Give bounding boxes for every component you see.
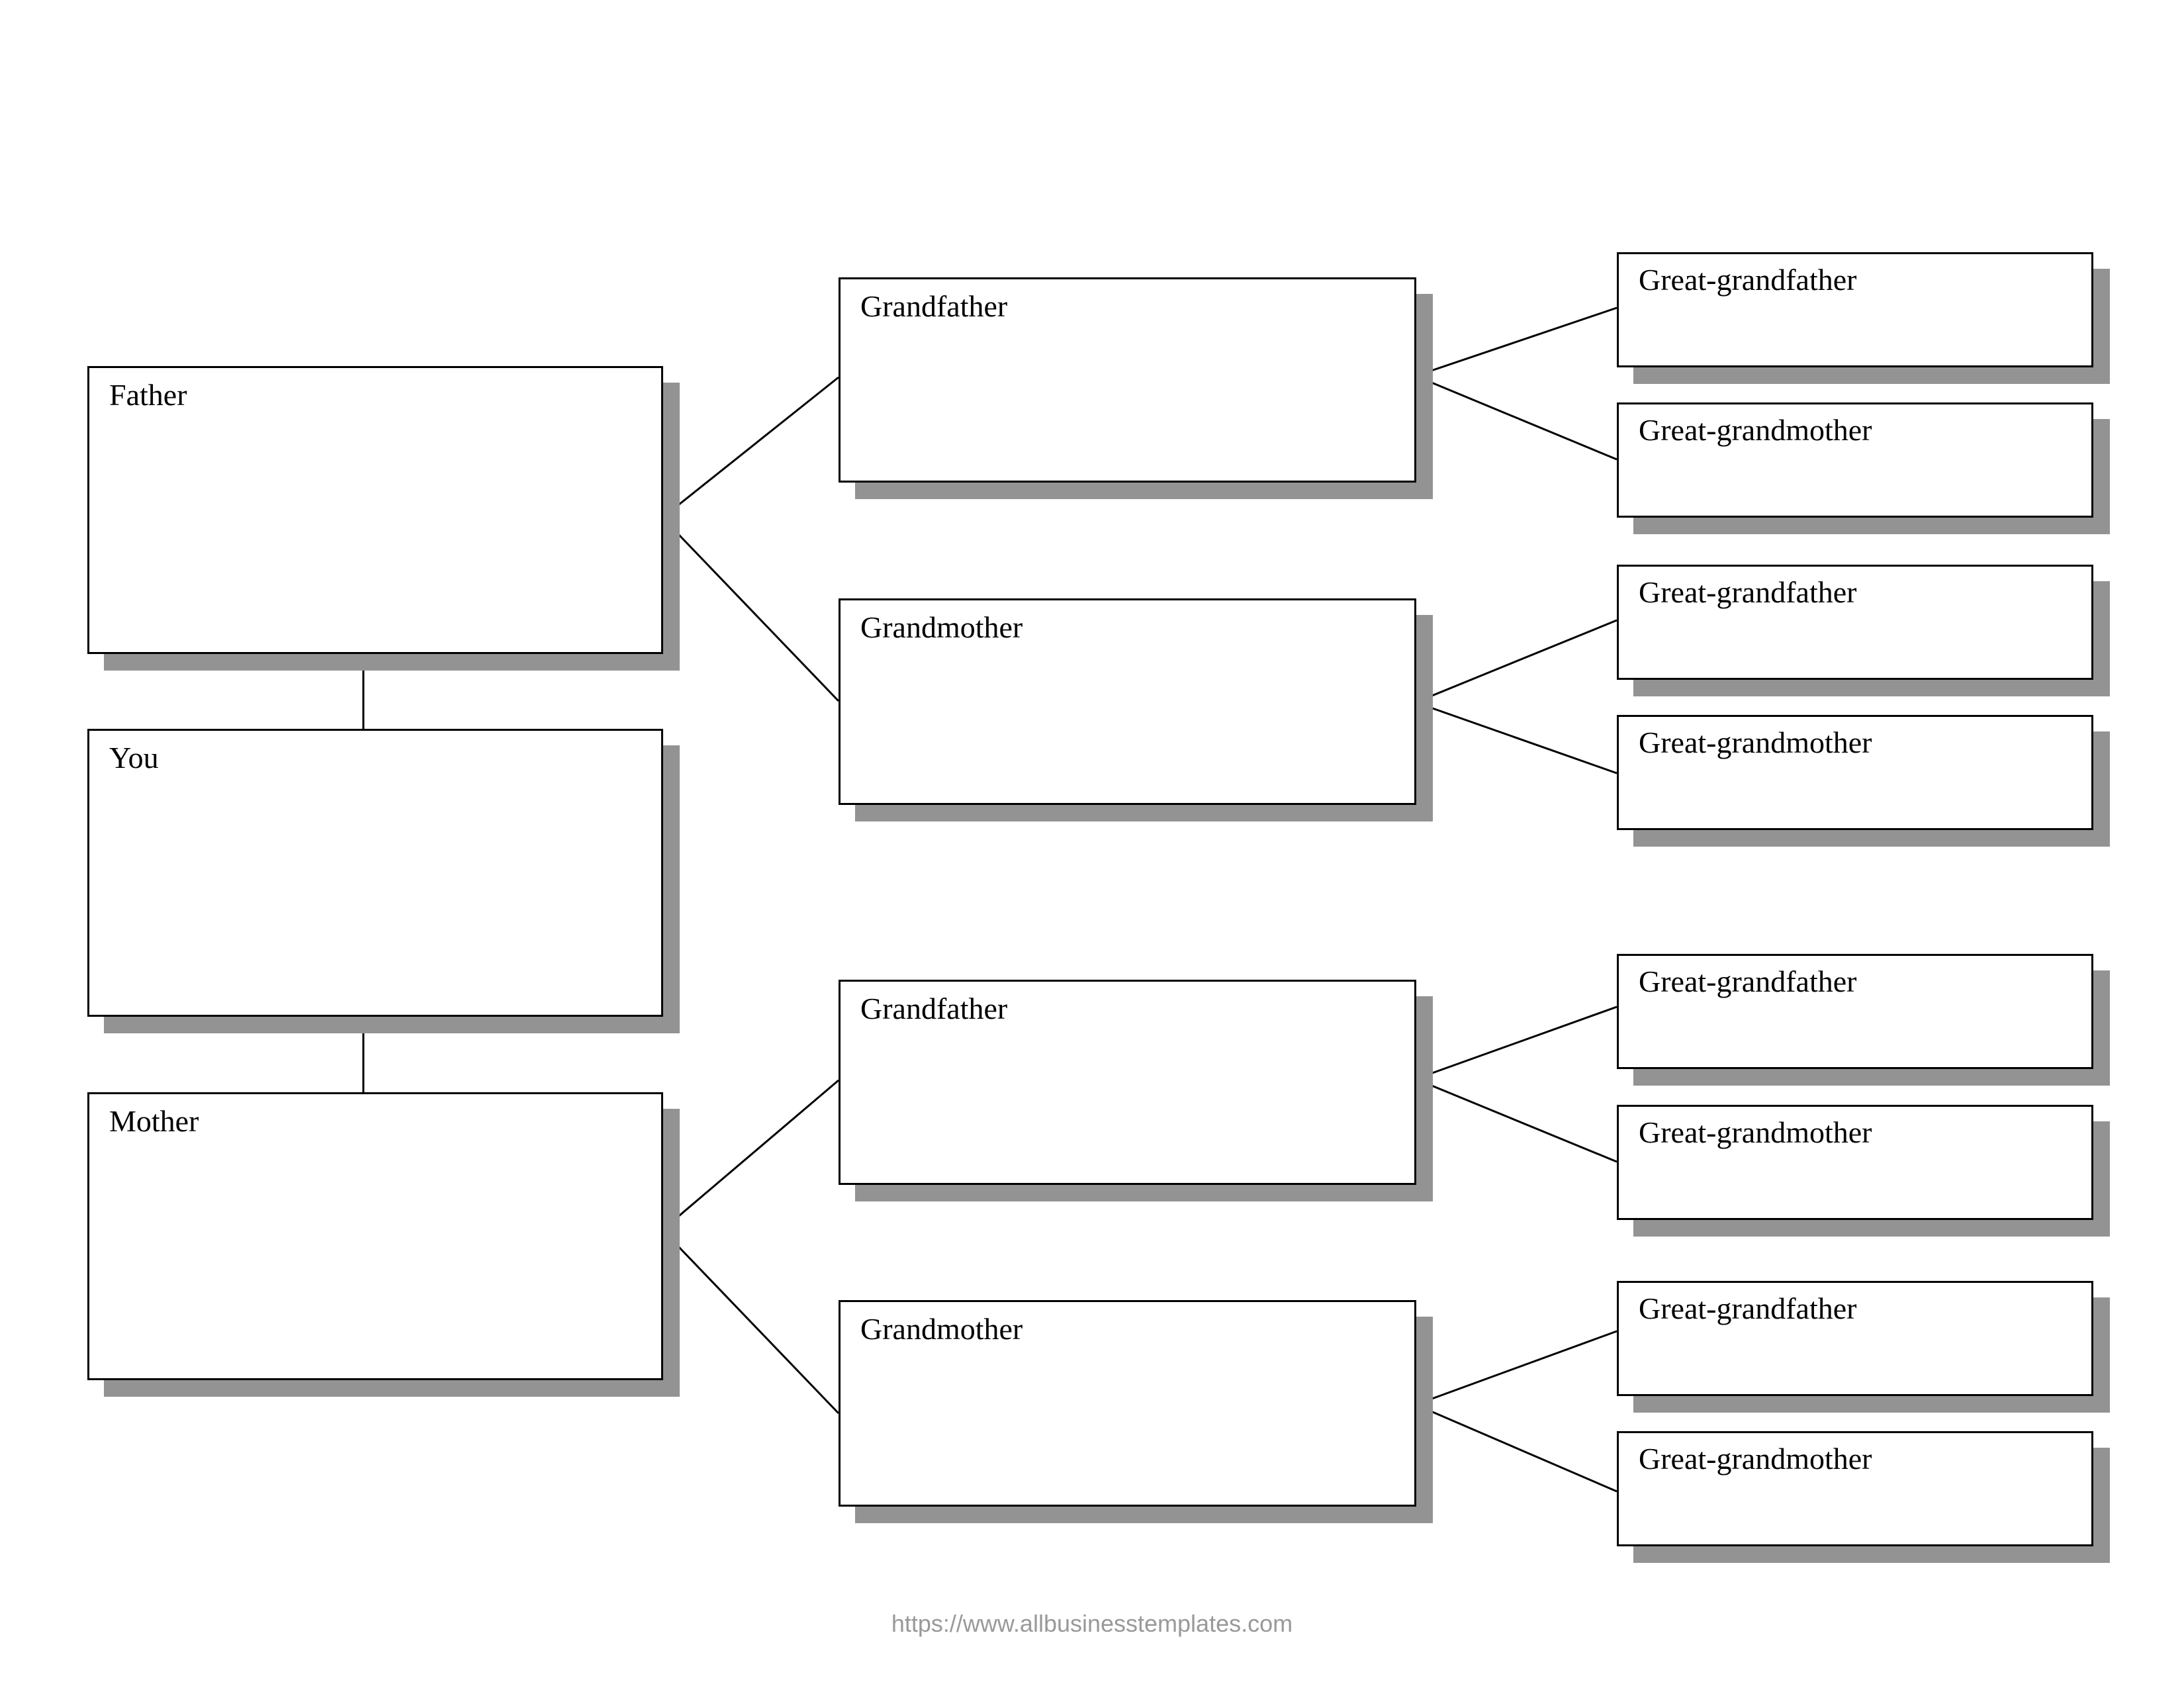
- connector-gm1-ggf: [1415, 619, 1617, 704]
- footer-url[interactable]: https://www.allbusinesstemplates.com: [0, 1610, 2184, 1638]
- paternal-grandfather-box[interactable]: Grandfather: [839, 277, 1416, 483]
- great-grandmother-box-3[interactable]: Great-grandmother: [1617, 1105, 2093, 1220]
- great-grandmother-label: Great-grandmother: [1639, 1442, 1872, 1476]
- great-grandfather-label: Great-grandfather: [1639, 575, 1857, 609]
- grandmother-label: Grandmother: [860, 1312, 1023, 1346]
- father-label: Father: [109, 378, 187, 412]
- you-box[interactable]: You: [87, 729, 663, 1017]
- connector-gm1-ggm: [1415, 701, 1617, 774]
- great-grandmother-box-1[interactable]: Great-grandmother: [1617, 402, 2093, 518]
- connector-gf2-ggm: [1415, 1078, 1617, 1163]
- great-grandfather-label: Great-grandfather: [1639, 263, 1857, 297]
- great-grandmother-label: Great-grandmother: [1639, 1115, 1872, 1149]
- connector-gm2-ggm: [1415, 1403, 1617, 1493]
- grandfather-label: Grandfather: [860, 992, 1008, 1025]
- mother-box[interactable]: Mother: [87, 1092, 663, 1380]
- mother-label: Mother: [109, 1104, 199, 1138]
- connector-father-grandfather: [662, 376, 839, 519]
- great-grandmother-label: Great-grandmother: [1639, 726, 1872, 759]
- grandmother-label: Grandmother: [860, 610, 1023, 644]
- you-label: You: [109, 741, 159, 774]
- father-box[interactable]: Father: [87, 366, 663, 654]
- connector-father-grandmother: [661, 516, 840, 702]
- great-grandfather-box-3[interactable]: Great-grandfather: [1617, 954, 2093, 1069]
- great-grandfather-label: Great-grandfather: [1639, 964, 1857, 998]
- maternal-grandfather-box[interactable]: Grandfather: [839, 980, 1416, 1185]
- great-grandfather-box-4[interactable]: Great-grandfather: [1617, 1281, 2093, 1396]
- connector-mother-grandmother: [661, 1229, 840, 1415]
- grandfather-label: Grandfather: [860, 289, 1008, 323]
- connector-gm2-ggf: [1415, 1330, 1617, 1406]
- great-grandfather-box-1[interactable]: Great-grandfather: [1617, 252, 2093, 367]
- connector-gf2-ggf: [1415, 1006, 1617, 1080]
- maternal-grandmother-box[interactable]: Grandmother: [839, 1300, 1416, 1507]
- connector-gf1-ggf: [1415, 306, 1617, 377]
- great-grandmother-box-4[interactable]: Great-grandmother: [1617, 1431, 2093, 1546]
- connector-gf1-ggm: [1415, 375, 1617, 461]
- great-grandmother-box-2[interactable]: Great-grandmother: [1617, 715, 2093, 830]
- connector-mother-grandfather: [662, 1079, 839, 1231]
- great-grandmother-label: Great-grandmother: [1639, 413, 1872, 447]
- great-grandfather-box-2[interactable]: Great-grandfather: [1617, 565, 2093, 680]
- paternal-grandmother-box[interactable]: Grandmother: [839, 598, 1416, 805]
- great-grandfather-label: Great-grandfather: [1639, 1291, 1857, 1325]
